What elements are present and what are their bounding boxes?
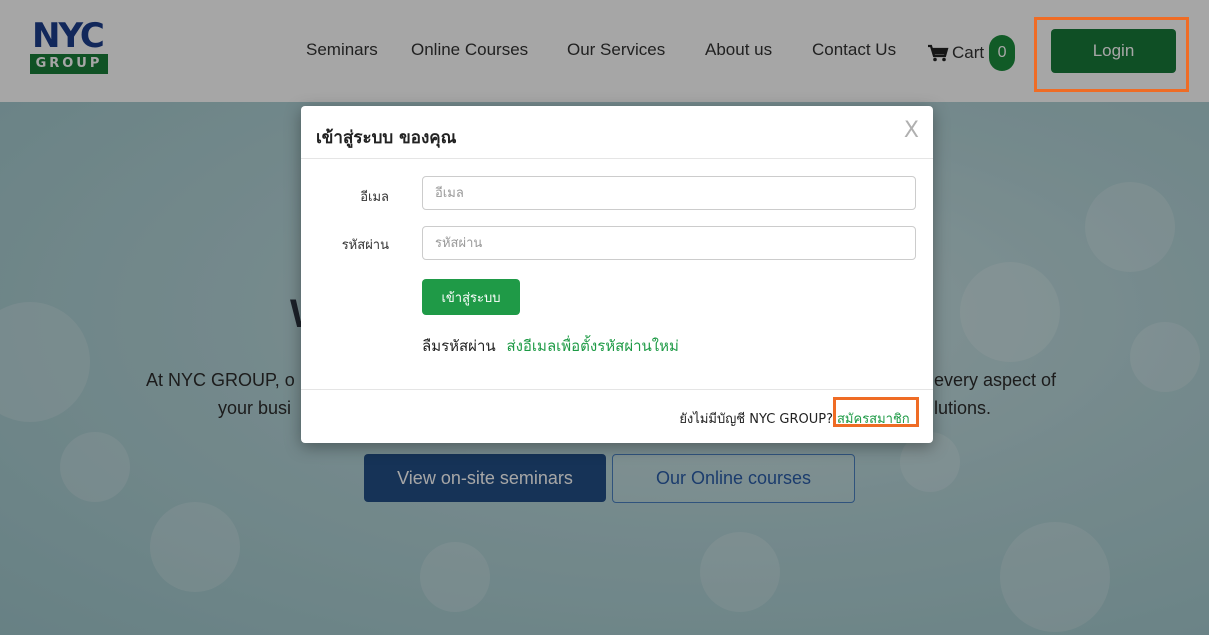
password-field[interactable] bbox=[422, 226, 916, 260]
login-highlight-box bbox=[1034, 17, 1189, 92]
email-label: อีเมล bbox=[360, 190, 389, 205]
login-modal: เข้าสู่ระบบ ของคุณ X อีเมล รหัสผ่าน เข้า… bbox=[301, 106, 933, 443]
page: NYC GROUP Seminars Online Courses Our Se… bbox=[0, 0, 1209, 635]
modal-title: เข้าสู่ระบบ ของคุณ bbox=[316, 128, 457, 148]
modal-footer-divider bbox=[301, 389, 933, 390]
register-highlight-box bbox=[833, 397, 919, 427]
email-field[interactable] bbox=[422, 176, 916, 210]
forgot-password-text: ลืมรหัสผ่าน bbox=[422, 337, 496, 355]
reset-password-link[interactable]: ส่งอีเมลเพื่อตั้งรหัสผ่านใหม่ bbox=[506, 337, 678, 355]
forgot-password-row: ลืมรหัสผ่าน ส่งอีเมลเพื่อตั้งรหัสผ่านใหม… bbox=[422, 334, 679, 358]
close-icon[interactable]: X bbox=[904, 118, 919, 143]
no-account-text: ยังไม่มีบัญชี NYC GROUP? bbox=[679, 412, 833, 427]
password-label: รหัสผ่าน bbox=[341, 238, 389, 253]
submit-login-button[interactable]: เข้าสู่ระบบ bbox=[422, 279, 520, 315]
modal-divider bbox=[301, 158, 933, 159]
